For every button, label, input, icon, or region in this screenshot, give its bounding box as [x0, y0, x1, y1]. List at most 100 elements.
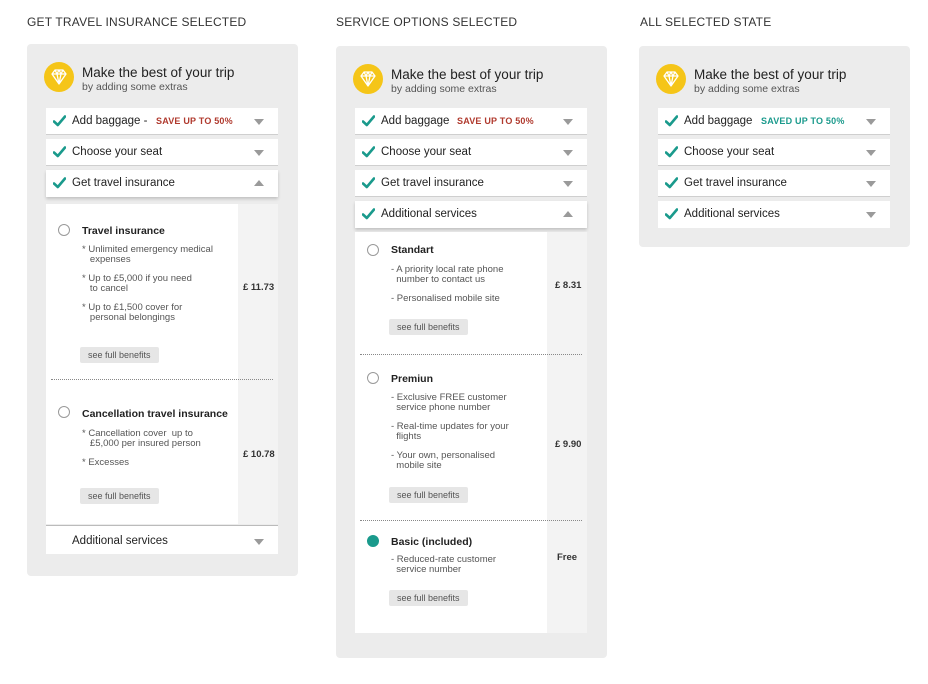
radio-premiun[interactable]: [367, 372, 379, 384]
see-benefits-button[interactable]: see full benefits: [389, 487, 468, 503]
extras-panel-service: Make the best of your trip by adding som…: [336, 46, 607, 658]
option-travel-insurance[interactable]: Travel insurance * Unlimited emergency m…: [46, 204, 238, 374]
chevron-up-icon[interactable]: [254, 180, 264, 186]
option-name: Premiun: [391, 373, 434, 385]
header-title: Make the best of your trip: [82, 65, 235, 80]
chevron-down-icon[interactable]: [866, 150, 876, 156]
option-bullet: * Up to £1,500 cover for personal belong…: [82, 302, 183, 323]
option-bullet: - A priority local rate phone number to …: [391, 264, 504, 285]
row-choose-seat[interactable]: Choose your seat: [658, 139, 890, 166]
chevron-down-icon[interactable]: [866, 212, 876, 218]
option-bullet: - Real-time updates for your flights: [391, 421, 509, 442]
option-standart[interactable]: Standart - A priority local rate phone n…: [355, 232, 547, 352]
header-subtitle: by adding some extras: [391, 83, 497, 95]
row-travel-insurance[interactable]: Get travel insurance: [658, 170, 890, 197]
extras-panel-all: Make the best of your trip by adding som…: [639, 46, 910, 247]
chevron-down-icon[interactable]: [254, 119, 264, 125]
option-name: Travel insurance: [82, 225, 165, 237]
row-add-baggage[interactable]: Add baggage SAVE UP TO 50%: [355, 108, 587, 135]
row-label: Additional services: [684, 208, 780, 220]
row-label: Choose your seat: [381, 146, 472, 158]
insurance-options: Travel insurance * Unlimited emergency m…: [46, 204, 278, 524]
row-label: Add baggage: [684, 115, 753, 127]
option-bullet: - Exclusive FREE customer service phone …: [391, 392, 507, 413]
row-travel-insurance[interactable]: Get travel insurance: [46, 170, 278, 197]
column-title-service: SERVICE OPTIONS SELECTED: [336, 15, 518, 29]
row-label: Additional services: [381, 208, 477, 220]
option-cancellation-insurance[interactable]: Cancellation travel insurance * Cancella…: [46, 384, 238, 514]
row-travel-insurance[interactable]: Get travel insurance: [355, 170, 587, 197]
option-name: Cancellation travel insurance: [82, 408, 228, 420]
radio-standart[interactable]: [367, 244, 379, 256]
option-premiun[interactable]: Premiun - Exclusive FREE customer servic…: [355, 360, 547, 510]
row-choose-seat[interactable]: Choose your seat: [46, 139, 278, 166]
row-label: Choose your seat: [684, 146, 775, 158]
column-title-all: ALL SELECTED STATE: [640, 15, 772, 29]
chevron-down-icon[interactable]: [866, 181, 876, 187]
chevron-up-icon[interactable]: [563, 211, 573, 217]
check-icon: [665, 177, 678, 189]
chevron-down-icon[interactable]: [563, 150, 573, 156]
check-icon: [362, 177, 375, 189]
header-title: Make the best of your trip: [694, 67, 847, 82]
see-benefits-button[interactable]: see full benefits: [389, 590, 468, 606]
save-badge: SAVE UP TO 50%: [457, 116, 534, 126]
option-price: £ 11.73: [243, 282, 275, 293]
option-bullet: * Up to £5,000 if you need to cancel: [82, 273, 192, 294]
header-subtitle: by adding some extras: [82, 81, 188, 93]
chevron-down-icon[interactable]: [866, 119, 876, 125]
see-benefits-button[interactable]: see full benefits: [389, 319, 468, 335]
extras-header: Make the best of your trip by adding som…: [656, 64, 896, 98]
option-bullet: * Excesses: [82, 457, 129, 468]
option-divider: [360, 520, 582, 521]
chevron-down-icon[interactable]: [563, 181, 573, 187]
chevron-down-icon[interactable]: [254, 150, 264, 156]
row-label: Get travel insurance: [72, 177, 175, 189]
option-bullet: - Reduced-rate customer service number: [391, 554, 497, 575]
option-name: Standart: [391, 244, 434, 256]
option-name: Basic (included): [391, 536, 473, 548]
option-price: £ 8.31: [555, 280, 582, 291]
row-additional-services[interactable]: Additional services: [658, 201, 890, 228]
row-choose-seat[interactable]: Choose your seat: [355, 139, 587, 166]
chevron-down-icon[interactable]: [563, 119, 573, 125]
extras-header: Make the best of your trip by adding som…: [353, 64, 593, 98]
row-label: Additional services: [72, 535, 168, 547]
chevron-down-icon[interactable]: [254, 539, 264, 545]
option-bullet: * Cancellation cover up to £5,000 per in…: [82, 428, 201, 449]
service-options: Standart - A priority local rate phone n…: [355, 232, 587, 633]
row-label: Choose your seat: [72, 146, 163, 158]
option-price: £ 10.78: [243, 449, 275, 460]
check-icon: [665, 146, 678, 158]
row-label: Get travel insurance: [381, 177, 484, 189]
option-bullet: * Unlimited emergency medical expenses: [82, 244, 213, 265]
row-add-baggage[interactable]: Add baggage - SAVE UP TO 50%: [46, 108, 278, 135]
check-icon: [362, 146, 375, 158]
header-title: Make the best of your trip: [391, 67, 544, 82]
check-icon: [362, 208, 375, 220]
check-icon: [665, 208, 678, 220]
extras-header: Make the best of your trip by adding som…: [44, 62, 284, 96]
saved-badge: SAVED UP TO 50%: [761, 116, 845, 126]
see-benefits-button[interactable]: see full benefits: [80, 488, 159, 504]
radio-cancellation-insurance[interactable]: [58, 406, 70, 418]
row-add-baggage[interactable]: Add baggage SAVED UP TO 50%: [658, 108, 890, 135]
extras-panel-insurance: Make the best of your trip by adding som…: [27, 44, 298, 576]
check-icon: [665, 115, 678, 127]
row-additional-services[interactable]: Additional services: [46, 525, 278, 554]
radio-travel-insurance[interactable]: [58, 224, 70, 236]
option-basic[interactable]: Basic (included) - Reduced-rate customer…: [355, 526, 547, 626]
check-icon: [362, 115, 375, 127]
save-badge: SAVE UP TO 50%: [156, 116, 233, 126]
option-bullet: - Personalised mobile site: [391, 293, 500, 304]
check-icon: [53, 115, 66, 127]
diamond-icon: [353, 64, 383, 94]
row-additional-services[interactable]: Additional services: [355, 201, 587, 228]
option-divider: [51, 379, 273, 380]
see-benefits-button[interactable]: see full benefits: [80, 347, 159, 363]
header-subtitle: by adding some extras: [694, 83, 800, 95]
radio-basic[interactable]: [367, 535, 379, 547]
price-column: [238, 204, 278, 524]
check-icon: [53, 177, 66, 189]
row-label: Add baggage -: [72, 115, 148, 127]
